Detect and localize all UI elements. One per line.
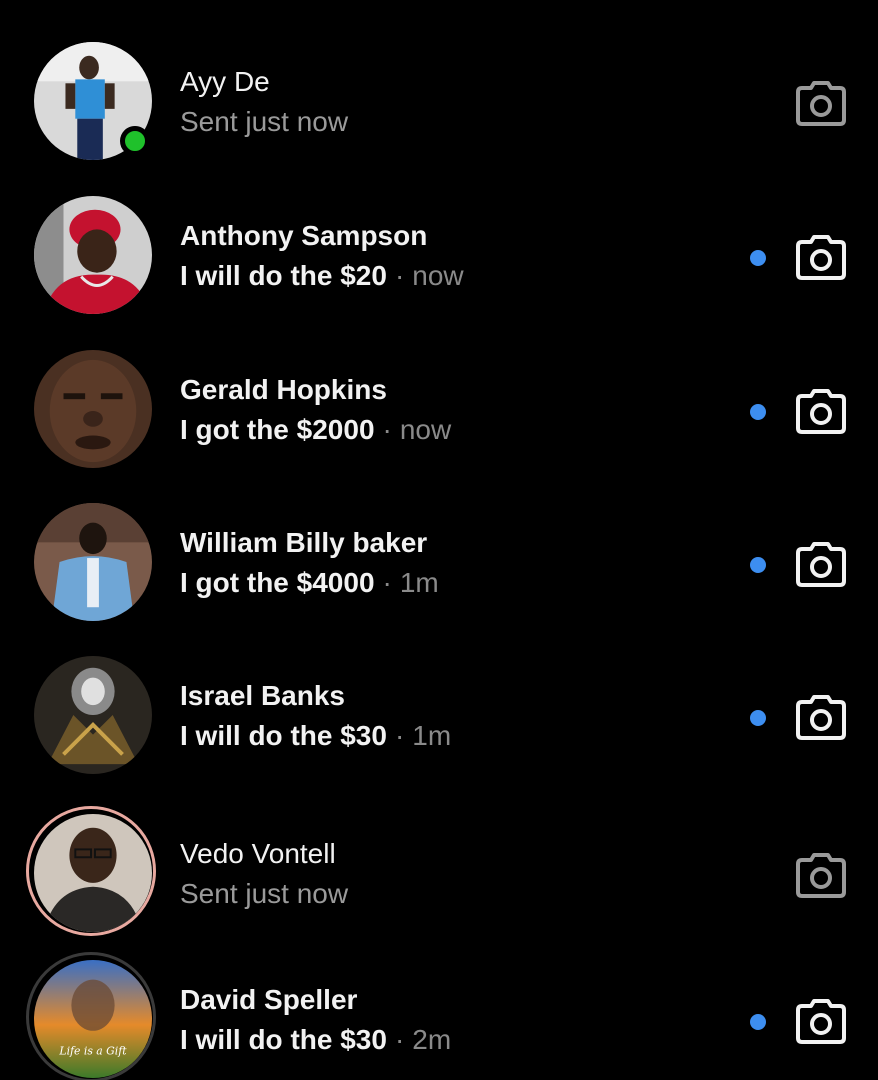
message-preview: I got the $4000 · 1m (180, 567, 439, 599)
contact-name: Vedo Vontell (180, 838, 336, 869)
preview-text: Sent just now (180, 878, 349, 909)
message-preview: I will do the $20 · now (180, 260, 464, 292)
contact-name: Ayy De (180, 66, 270, 97)
camera-icon[interactable] (796, 998, 846, 1044)
avatar-wrap (34, 656, 154, 776)
conversation-row-david-speller[interactable]: Life is a Gift David Speller I will do t… (0, 952, 878, 1080)
camera-icon[interactable] (796, 80, 846, 126)
avatar (34, 656, 152, 774)
unread-indicator (750, 250, 766, 266)
separator-dot: · (394, 720, 405, 751)
unread-indicator (750, 557, 766, 573)
separator-dot: · (382, 567, 392, 598)
avatar-wrap (34, 42, 154, 162)
message-preview: Sent just now (180, 106, 348, 138)
camera-icon[interactable] (796, 234, 846, 280)
camera-icon[interactable] (796, 852, 846, 898)
preview-text: Sent just now (180, 106, 349, 137)
conversation-row-israel-banks[interactable]: Israel Banks I will do the $30 · 1m (0, 656, 878, 808)
camera-icon[interactable] (796, 694, 846, 740)
preview-text: I got the $2000 (180, 414, 375, 445)
conversation-row-william-billy-baker[interactable]: William Billy baker I got the $4000 · 1m (0, 503, 878, 655)
unread-indicator (750, 404, 766, 420)
avatar: Life is a Gift (34, 960, 152, 1078)
preview-text: I will do the $20 (180, 260, 387, 291)
camera-icon[interactable] (796, 388, 846, 434)
avatar (34, 814, 152, 932)
avatar-wrap: Life is a Gift (26, 952, 156, 1080)
separator-dot: · (394, 260, 405, 291)
avatar (34, 196, 152, 314)
preview-text: I got the $4000 (180, 567, 375, 598)
contact-name: Gerald Hopkins (180, 374, 387, 405)
message-preview: I will do the $30 · 1m (180, 720, 451, 752)
camera-icon[interactable] (796, 541, 846, 587)
avatar-wrap (26, 806, 156, 936)
message-preview: I got the $2000 · now (180, 414, 451, 446)
avatar-wrap (34, 503, 154, 623)
avatar-wrap (34, 196, 154, 316)
timestamp: now (412, 260, 464, 291)
avatar (34, 350, 152, 468)
conversation-row-gerald-hopkins[interactable]: Gerald Hopkins I got the $2000 · now (0, 350, 878, 502)
preview-text: I will do the $30 (180, 1024, 387, 1055)
contact-name: Israel Banks (180, 680, 345, 711)
timestamp: 2m (412, 1024, 452, 1055)
conversation-row-ayy-de[interactable]: Ayy De Sent just now (0, 42, 878, 194)
separator-dot: · (394, 1024, 405, 1055)
contact-name: William Billy baker (180, 527, 428, 558)
message-preview: Sent just now (180, 878, 348, 910)
preview-text: I will do the $30 (180, 720, 387, 751)
online-status-dot (120, 126, 150, 156)
unread-indicator (750, 1014, 766, 1030)
avatar-caption: Life is a Gift (58, 1044, 127, 1057)
avatar-wrap (34, 350, 154, 470)
contact-name: David Speller (180, 984, 358, 1015)
contact-name: Anthony Sampson (180, 220, 428, 251)
timestamp: 1m (412, 720, 452, 751)
timestamp: now (399, 414, 452, 445)
message-preview: I will do the $30 · 2m (180, 1024, 451, 1056)
unread-indicator (750, 710, 766, 726)
avatar (34, 503, 152, 621)
conversation-row-vedo-vontell[interactable]: Vedo Vontell Sent just now (0, 806, 878, 966)
conversation-row-anthony-sampson[interactable]: Anthony Sampson I will do the $20 · now (0, 196, 878, 348)
conversation-list: Ayy De Sent just now Anthony Sampson I w… (0, 0, 878, 1080)
separator-dot: · (382, 414, 392, 445)
timestamp: 1m (399, 567, 439, 598)
